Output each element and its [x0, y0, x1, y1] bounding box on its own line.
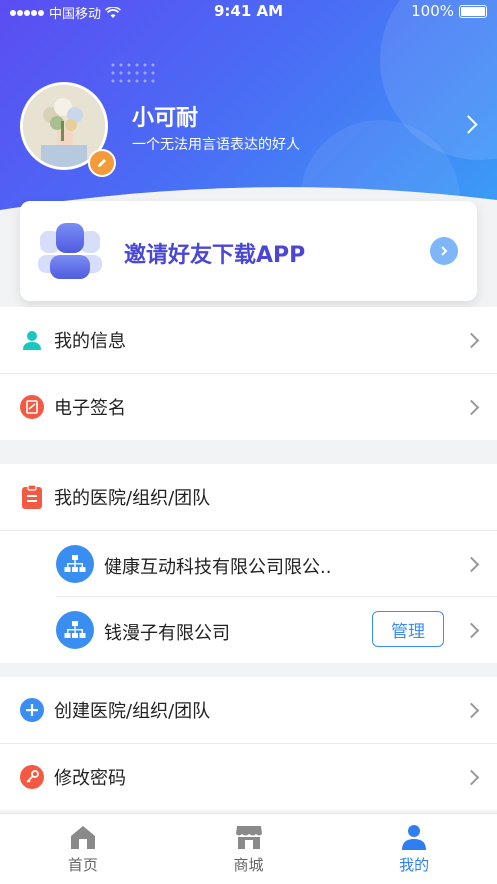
tab-label: 我的	[399, 856, 430, 874]
pencil-icon	[98, 159, 106, 167]
chevron-right-icon	[441, 246, 448, 256]
user-icon	[400, 823, 428, 851]
status-bar: 中国移动 9:41 AM 100%	[0, 0, 497, 22]
chevron-right-icon	[463, 769, 480, 785]
chevron-right-icon	[463, 399, 480, 415]
clipboard-icon	[20, 485, 44, 509]
friends-icon	[38, 223, 102, 279]
signature-icon	[20, 395, 44, 419]
profile-name: 小可耐	[132, 106, 199, 131]
battery-percent: 100%	[411, 2, 454, 20]
org-section-title: 我的医院/组织/团队	[54, 488, 211, 509]
invite-title: 邀请好友下载APP	[124, 243, 306, 268]
menu-block-personal: 我的信息 电子签名	[0, 307, 497, 440]
tab-label: 首页	[67, 856, 98, 874]
org-name: 钱漫子有限公司	[104, 623, 230, 644]
menu-item-label: 我的信息	[54, 331, 126, 352]
shop-icon	[235, 823, 263, 851]
menu-item-my-info[interactable]: 我的信息	[0, 307, 497, 374]
org-chart-icon	[56, 545, 94, 583]
menu-block-settings: 创建医院/组织/团队 修改密码	[0, 677, 497, 810]
chevron-right-icon	[463, 556, 480, 573]
chevron-right-icon	[463, 622, 480, 639]
org-item[interactable]: 钱漫子有限公司 管理	[0, 597, 497, 663]
key-icon	[20, 765, 44, 789]
chevron-right-icon	[463, 332, 480, 348]
org-section: 我的医院/组织/团队 健康互动科技有限公司限公.. 钱漫子有限公司 管理	[0, 464, 497, 663]
profile-signature: 一个无法用言语表达的好人	[132, 137, 300, 153]
menu-item-label: 电子签名	[54, 398, 126, 419]
org-item[interactable]: 健康互动科技有限公司限公..	[0, 531, 497, 597]
org-section-header: 我的医院/组织/团队	[0, 464, 497, 531]
menu-item-create-org[interactable]: 创建医院/组织/团队	[0, 677, 497, 744]
plus-circle-icon	[20, 698, 44, 722]
tab-home[interactable]: 首页	[0, 814, 166, 884]
tab-label: 商城	[233, 856, 264, 874]
tab-mine[interactable]: 我的	[331, 814, 497, 884]
menu-item-label: 创建医院/组织/团队	[54, 701, 211, 722]
chevron-right-icon	[463, 702, 480, 718]
person-icon	[20, 328, 44, 352]
edit-avatar-icon[interactable]	[88, 149, 116, 177]
menu-item-change-password[interactable]: 修改密码	[0, 744, 497, 810]
org-name: 健康互动科技有限公司限公..	[104, 557, 332, 578]
menu-item-e-signature[interactable]: 电子签名	[0, 374, 497, 440]
tab-bar: 首页 商城 我的	[0, 813, 497, 884]
tab-shop[interactable]: 商城	[166, 814, 332, 884]
org-chart-icon	[56, 611, 94, 649]
dot-pattern-decoration	[111, 63, 155, 83]
invite-friends-card[interactable]: 邀请好友下载APP	[20, 201, 477, 301]
battery-icon	[459, 4, 487, 18]
manage-button[interactable]: 管理	[372, 611, 444, 647]
menu-item-label: 修改密码	[54, 768, 126, 789]
battery-info: 100%	[411, 2, 487, 20]
home-icon	[69, 823, 97, 851]
invite-arrow-icon[interactable]	[430, 237, 458, 265]
